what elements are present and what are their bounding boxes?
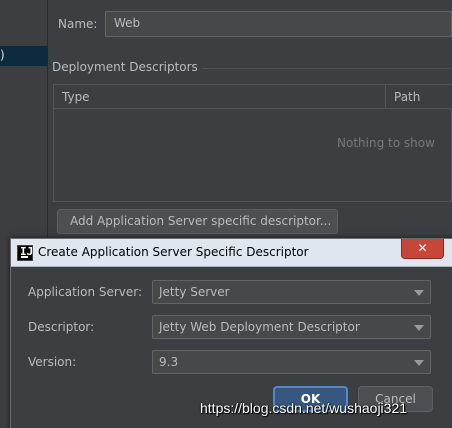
add-descriptor-button[interactable]: Add Application Server specific descript… (57, 209, 338, 234)
chevron-down-icon (414, 325, 424, 331)
descriptor-label: Descriptor: (28, 320, 95, 334)
close-button[interactable]: ✕ (401, 239, 444, 259)
dialog-titlebar[interactable]: IJ Create Application Server Specific De… (11, 239, 452, 267)
chevron-down-icon (414, 360, 424, 366)
column-header-path[interactable]: Path (394, 90, 420, 104)
chevron-down-icon (414, 290, 424, 296)
application-server-select[interactable]: Jetty Server (152, 280, 431, 304)
intellij-app-icon: IJ (17, 245, 33, 261)
name-field-value: Web (114, 16, 141, 30)
version-label: Version: (28, 355, 77, 369)
column-header-type[interactable]: Type (62, 90, 90, 104)
descriptors-table[interactable]: Type Path Nothing to show (53, 84, 452, 202)
watermark: https://blog.csdn.net/wushaoji321 (200, 400, 408, 416)
application-server-label: Application Server: (28, 285, 143, 299)
name-field[interactable]: Web (105, 11, 452, 37)
table-empty-text: Nothing to show (337, 136, 435, 150)
section-divider (202, 68, 452, 69)
version-select[interactable]: 9.3 (152, 350, 431, 374)
descriptor-select[interactable]: Jetty Web Deployment Descriptor (152, 315, 431, 339)
name-label: Name: (58, 17, 98, 31)
descriptor-value: Jetty Web Deployment Descriptor (159, 320, 360, 334)
application-server-value: Jetty Server (159, 285, 230, 299)
left-panel-item-label: ) (0, 48, 5, 62)
dialog-title: Create Application Server Specific Descr… (38, 245, 309, 259)
deployment-descriptors-title: Deployment Descriptors (52, 60, 198, 74)
column-separator[interactable] (385, 85, 386, 109)
version-value: 9.3 (159, 355, 179, 369)
table-header: Type Path (54, 85, 452, 109)
left-panel-selected-item[interactable]: ) (0, 46, 48, 66)
